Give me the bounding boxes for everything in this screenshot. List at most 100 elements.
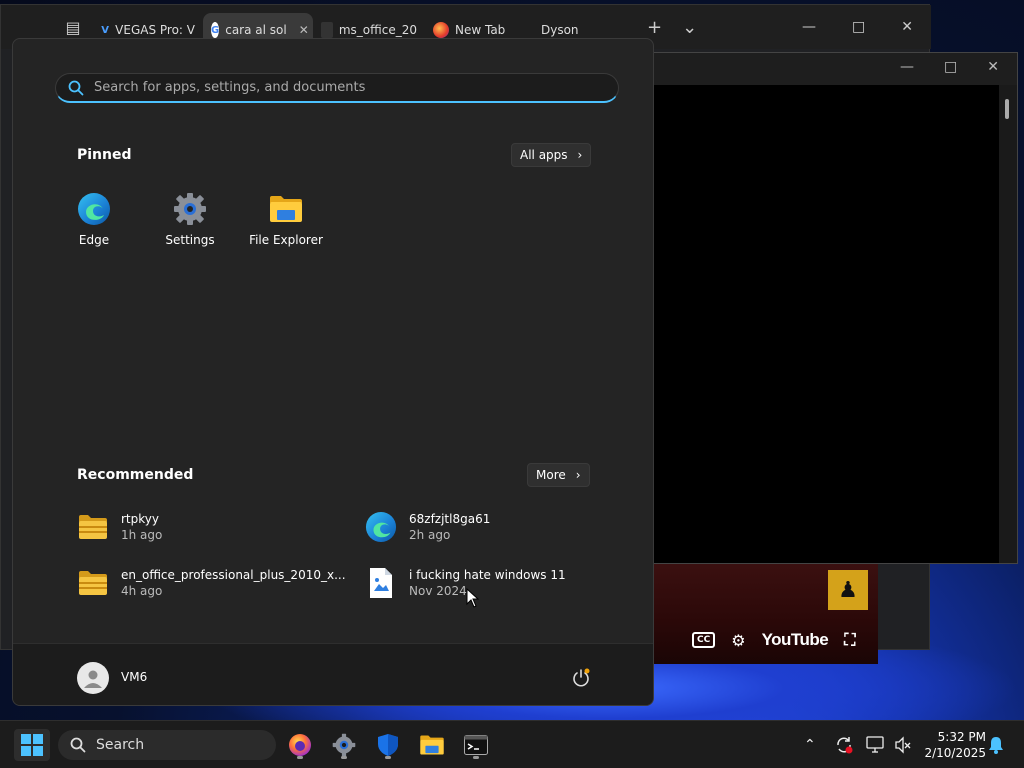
tab-actions-icon[interactable]: ▤ xyxy=(53,18,93,37)
taskbar: Search ⌃ 5:32 PM 2/10/2025 xyxy=(0,720,1024,768)
all-apps-button[interactable]: All apps › xyxy=(511,143,592,167)
search-icon xyxy=(70,737,86,753)
edge-icon xyxy=(76,191,112,227)
vegas-favicon-icon: V xyxy=(101,24,109,36)
taskbar-firefox[interactable] xyxy=(282,729,318,761)
taskbar-file-explorer[interactable] xyxy=(414,729,450,761)
clock-date: 2/10/2025 xyxy=(924,746,986,760)
sync-icon[interactable] xyxy=(834,721,854,768)
video-controls: CC ⚙ YouTube ⛶ xyxy=(692,630,855,650)
tab-label: New Tab xyxy=(455,23,506,37)
notification-bell-icon[interactable] xyxy=(988,721,1004,768)
browser-window-controls: — □ ✕ xyxy=(802,19,913,35)
user-name[interactable]: VM6 xyxy=(121,670,147,684)
pinned-app-label: Edge xyxy=(78,233,110,247)
edge-icon xyxy=(365,511,397,543)
mouse-cursor-icon xyxy=(466,588,480,608)
power-icon[interactable] xyxy=(571,668,591,688)
close-icon[interactable]: ✕ xyxy=(901,19,913,35)
network-icon[interactable] xyxy=(866,721,886,768)
tab-label: ms_office_20 xyxy=(338,23,417,37)
start-search-box[interactable] xyxy=(55,73,619,103)
video-thumbnail-icon: ♟ xyxy=(828,570,868,610)
recommended-item-rtpkyy[interactable]: rtpkyy 1h ago xyxy=(77,511,162,543)
folder-icon xyxy=(420,735,444,755)
tab-list-chevron-down-icon[interactable]: ⌄ xyxy=(682,17,697,38)
settings-gear-icon xyxy=(332,733,356,757)
taskbar-clock[interactable]: 5:32 PM 2/10/2025 xyxy=(920,729,986,761)
start-search-input[interactable] xyxy=(94,80,574,95)
pinned-app-file-explorer[interactable]: File Explorer xyxy=(241,191,331,247)
tab-close-icon[interactable]: ✕ xyxy=(299,23,309,37)
close-icon[interactable]: ✕ xyxy=(987,59,999,77)
start-menu-footer: VM6 xyxy=(13,643,653,705)
pinned-app-settings[interactable]: Settings xyxy=(145,191,235,247)
maximize-icon[interactable]: □ xyxy=(852,19,865,35)
recommended-item-time: 1h ago xyxy=(121,528,163,542)
zip-folder-icon xyxy=(77,511,109,543)
taskbar-terminal[interactable] xyxy=(458,729,494,761)
maximize-icon[interactable]: □ xyxy=(944,59,957,77)
terminal-window: — □ ✕ xyxy=(652,52,1018,564)
firefox-icon xyxy=(289,734,311,756)
recommended-item-name: rtpkyy xyxy=(121,512,159,526)
chevron-right-icon: › xyxy=(575,468,581,482)
pinned-title: Pinned xyxy=(77,147,132,163)
running-indicator xyxy=(341,756,347,759)
image-file-icon xyxy=(365,567,397,599)
start-menu: Pinned All apps › Edge xyxy=(12,38,654,706)
taskbar-settings[interactable] xyxy=(326,729,362,761)
zip-folder-icon xyxy=(77,567,109,599)
video-player[interactable]: ♟ CC ⚙ YouTube ⛶ xyxy=(652,564,878,664)
settings-gear-icon[interactable]: ⚙ xyxy=(731,631,745,650)
terminal-window-controls: — □ ✕ xyxy=(653,53,1017,83)
recommended-item-68zfzjtl8ga61[interactable]: 68zfzjtl8ga61 2h ago xyxy=(365,511,490,543)
pinned-app-label: Settings xyxy=(165,233,215,247)
recommended-item-office-iso[interactable]: en_office_professional_plus_2010_x... 4h… xyxy=(77,567,346,599)
minimize-icon[interactable]: — xyxy=(900,59,914,77)
running-indicator xyxy=(473,756,479,759)
pinned-app-label: File Explorer xyxy=(249,233,323,247)
start-button[interactable] xyxy=(14,729,50,761)
taskbar-search-label: Search xyxy=(96,737,145,753)
scrollbar-thumb[interactable] xyxy=(1005,99,1009,119)
volume-muted-icon[interactable] xyxy=(894,721,912,768)
minimize-icon[interactable]: — xyxy=(802,19,816,35)
youtube-logo[interactable]: YouTube xyxy=(762,630,829,650)
more-label: More xyxy=(536,468,566,482)
terminal-icon xyxy=(464,735,488,755)
recommended-item-name: 68zfzjtl8ga61 xyxy=(409,512,491,526)
search-icon xyxy=(68,80,84,95)
running-indicator xyxy=(297,756,303,759)
page-favicon-icon xyxy=(321,22,333,38)
recommended-item-time: 4h ago xyxy=(121,584,163,598)
recommended-item-time: Nov 2024 xyxy=(409,584,467,598)
terminal-content[interactable] xyxy=(653,85,999,563)
tab-label: cara al sol xyxy=(225,23,287,37)
taskbar-security[interactable] xyxy=(370,729,406,761)
recommended-item-time: 2h ago xyxy=(409,528,451,542)
recommended-item-name: i fucking hate windows 11 xyxy=(409,568,566,582)
more-button[interactable]: More › xyxy=(527,463,590,487)
captions-button[interactable]: CC xyxy=(692,632,716,648)
fullscreen-icon[interactable]: ⛶ xyxy=(844,630,855,650)
google-favicon-icon: G xyxy=(211,22,220,38)
taskbar-search-box[interactable]: Search xyxy=(58,730,276,760)
recommended-item-name: en_office_professional_plus_2010_x... xyxy=(121,568,346,582)
user-avatar-icon[interactable] xyxy=(77,662,109,694)
terminal-scrollbar[interactable] xyxy=(999,85,1017,563)
new-tab-plus-icon[interactable]: + xyxy=(647,17,662,38)
windows-logo-icon xyxy=(21,734,43,756)
all-apps-label: All apps xyxy=(520,148,568,162)
clock-time: 5:32 PM xyxy=(937,730,986,744)
shield-icon xyxy=(378,734,398,756)
pinned-app-edge[interactable]: Edge xyxy=(49,191,139,247)
firefox-favicon-icon xyxy=(433,22,449,38)
settings-gear-icon xyxy=(172,191,208,227)
tray-overflow-chevron-up-icon[interactable]: ⌃ xyxy=(804,721,816,768)
recommended-title: Recommended xyxy=(77,467,194,483)
tab-label: Dyson xyxy=(541,23,579,37)
folder-icon xyxy=(268,191,304,227)
chevron-right-icon: › xyxy=(577,148,583,162)
tab-label: VEGAS Pro: V xyxy=(115,23,195,37)
